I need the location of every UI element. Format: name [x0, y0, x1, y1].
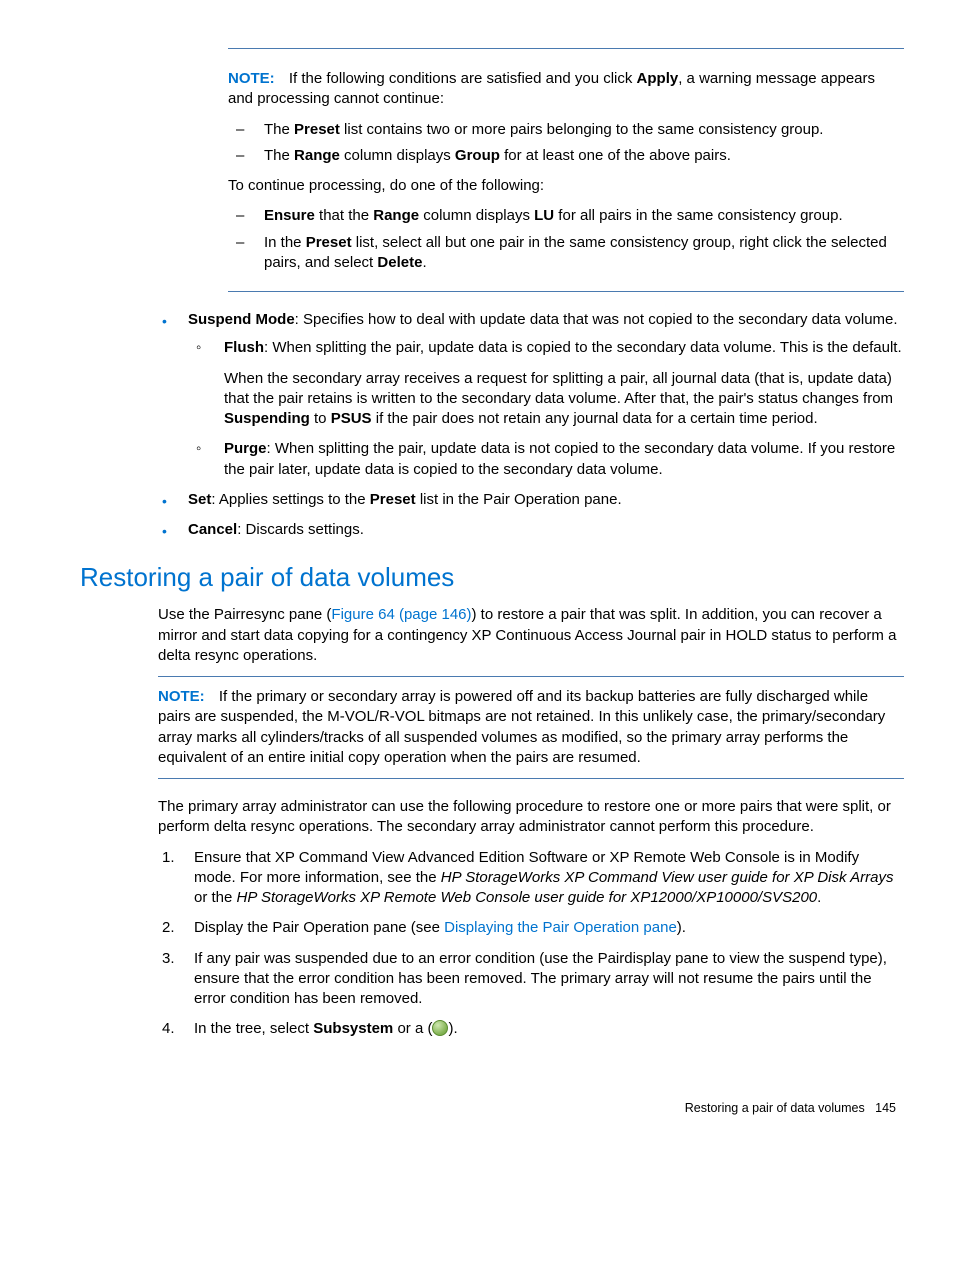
list-item: Ensure that the Range column displays LU… — [264, 206, 904, 226]
list-item-flush: Flush: When splitting the pair, update d… — [224, 338, 904, 429]
note-label: NOTE: — [158, 688, 205, 705]
list-item: The Preset list contains two or more pai… — [264, 120, 904, 140]
subsystem-icon — [432, 1020, 448, 1036]
note-box-apply: NOTE: If the following conditions are sa… — [228, 48, 904, 292]
pair-operation-link[interactable]: Displaying the Pair Operation pane — [444, 919, 677, 936]
step-3: If any pair was suspended due to an erro… — [158, 949, 904, 1010]
step-4: In the tree, select Subsystem or a (). — [158, 1019, 904, 1039]
list-item: In the Preset list, select all but one p… — [264, 233, 904, 274]
list-item: The Range column displays Group for at l… — [264, 146, 904, 166]
admin-paragraph: The primary array administrator can use … — [158, 797, 904, 838]
list-item-cancel: Cancel: Discards settings. — [152, 520, 904, 540]
page-footer: Restoring a pair of data volumes 145 — [80, 1100, 904, 1117]
procedure-list: Ensure that XP Command View Advanced Edi… — [158, 848, 904, 1040]
note-box-power: NOTE: If the primary or secondary array … — [158, 676, 904, 779]
list-item-suspend-mode: Suspend Mode: Specifies how to deal with… — [152, 310, 904, 480]
list-item-purge: Purge: When splitting the pair, update d… — [224, 439, 904, 480]
section-heading: Restoring a pair of data volumes — [80, 560, 904, 595]
step-2: Display the Pair Operation pane (see Dis… — [158, 918, 904, 938]
list-item-set: Set: Applies settings to the Preset list… — [152, 490, 904, 510]
options-list: Suspend Mode: Specifies how to deal with… — [152, 310, 904, 540]
note-label: NOTE: — [228, 70, 275, 87]
note-text: If the following conditions are satisfie… — [228, 70, 875, 107]
section-intro-paragraph: Use the Pairresync pane (Figure 64 (page… — [158, 605, 904, 666]
note-remedies-list: Ensure that the Range column displays LU… — [228, 206, 904, 273]
note-conditions-list: The Preset list contains two or more pai… — [228, 120, 904, 167]
step-1: Ensure that XP Command View Advanced Edi… — [158, 848, 904, 909]
note-continue-text: To continue processing, do one of the fo… — [228, 176, 904, 196]
note-text: If the primary or secondary array is pow… — [158, 688, 885, 766]
figure-link[interactable]: Figure 64 (page 146) — [331, 606, 471, 623]
